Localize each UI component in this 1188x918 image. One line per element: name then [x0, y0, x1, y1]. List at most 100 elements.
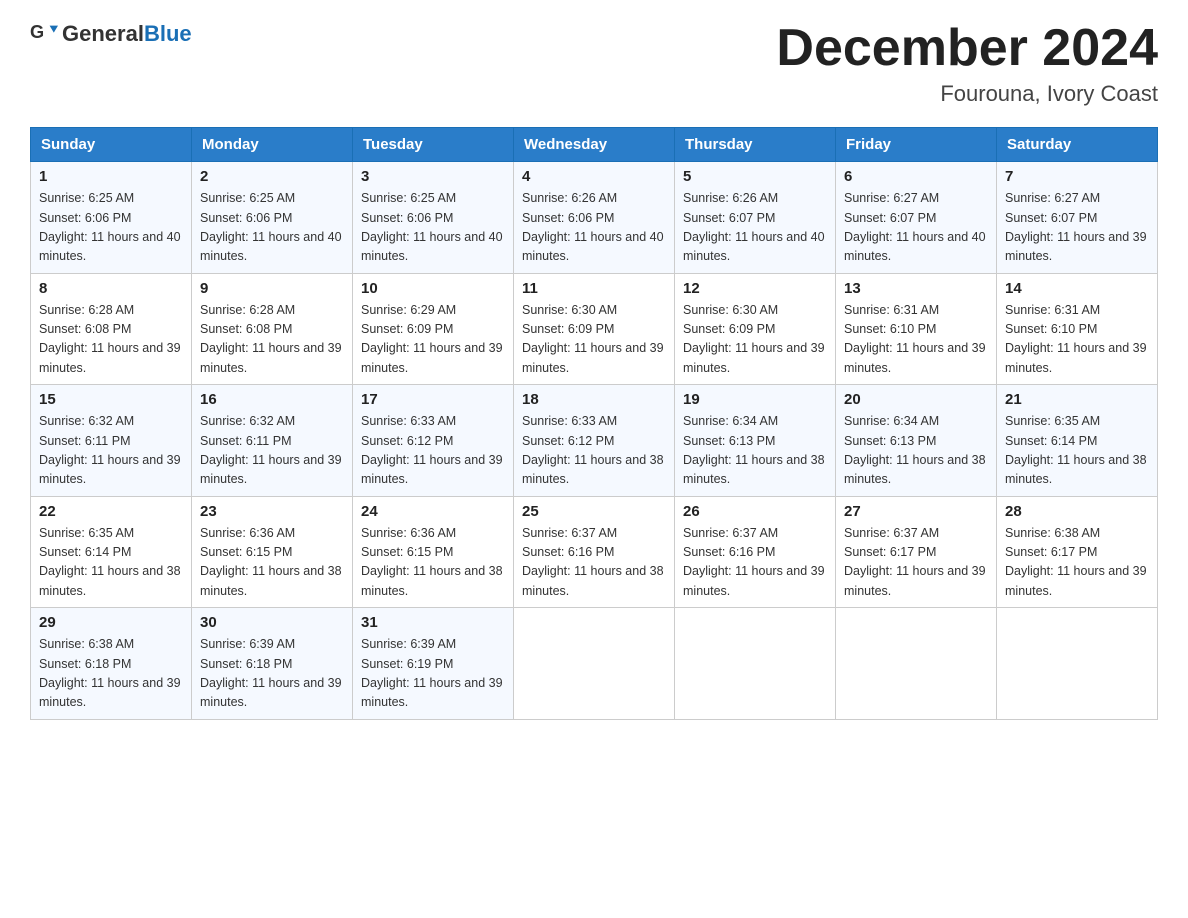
- day-info: Sunrise: 6:32 AMSunset: 6:11 PMDaylight:…: [200, 412, 344, 490]
- calendar-week-row: 22Sunrise: 6:35 AMSunset: 6:14 PMDayligh…: [31, 496, 1158, 608]
- col-sunday: Sunday: [31, 128, 192, 162]
- day-info: Sunrise: 6:33 AMSunset: 6:12 PMDaylight:…: [361, 412, 505, 490]
- day-info: Sunrise: 6:27 AMSunset: 6:07 PMDaylight:…: [844, 189, 988, 267]
- day-number: 13: [844, 280, 988, 297]
- day-number: 17: [361, 391, 505, 408]
- col-thursday: Thursday: [675, 128, 836, 162]
- day-info: Sunrise: 6:25 AMSunset: 6:06 PMDaylight:…: [200, 189, 344, 267]
- day-info: Sunrise: 6:35 AMSunset: 6:14 PMDaylight:…: [1005, 412, 1149, 490]
- day-number: 22: [39, 503, 183, 520]
- table-row: 15Sunrise: 6:32 AMSunset: 6:11 PMDayligh…: [31, 385, 192, 497]
- day-info: Sunrise: 6:28 AMSunset: 6:08 PMDaylight:…: [39, 301, 183, 379]
- day-number: 31: [361, 614, 505, 631]
- logo-general: General: [62, 21, 144, 46]
- logo: G GeneralBlue: [30, 20, 192, 48]
- day-info: Sunrise: 6:38 AMSunset: 6:17 PMDaylight:…: [1005, 524, 1149, 602]
- calendar-week-row: 15Sunrise: 6:32 AMSunset: 6:11 PMDayligh…: [31, 385, 1158, 497]
- col-friday: Friday: [836, 128, 997, 162]
- day-number: 4: [522, 168, 666, 185]
- day-info: Sunrise: 6:34 AMSunset: 6:13 PMDaylight:…: [683, 412, 827, 490]
- table-row: 21 Sunrise: 6:35 AMSunset: 6:14 PMDayligh…: [997, 385, 1158, 497]
- day-number: 29: [39, 614, 183, 631]
- table-row: 27 Sunrise: 6:37 AMSunset: 6:17 PMDayligh…: [836, 496, 997, 608]
- table-row: [675, 608, 836, 720]
- day-number: 24: [361, 503, 505, 520]
- day-number: 6: [844, 168, 988, 185]
- table-row: [836, 608, 997, 720]
- col-wednesday: Wednesday: [514, 128, 675, 162]
- col-saturday: Saturday: [997, 128, 1158, 162]
- day-number: 21: [1005, 391, 1149, 408]
- table-row: [997, 608, 1158, 720]
- day-number: 18: [522, 391, 666, 408]
- table-row: 30 Sunrise: 6:39 AMSunset: 6:18 PMDayligh…: [192, 608, 353, 720]
- table-row: 4Sunrise: 6:26 AMSunset: 6:06 PMDaylight…: [514, 162, 675, 274]
- table-row: [514, 608, 675, 720]
- table-row: 10 Sunrise: 6:29 AMSunset: 6:09 PMDayligh…: [353, 273, 514, 385]
- day-number: 19: [683, 391, 827, 408]
- day-number: 7: [1005, 168, 1149, 185]
- day-info: Sunrise: 6:37 AMSunset: 6:17 PMDaylight:…: [844, 524, 988, 602]
- table-row: 7 Sunrise: 6:27 AMSunset: 6:07 PMDaylight…: [997, 162, 1158, 274]
- day-number: 14: [1005, 280, 1149, 297]
- day-number: 1: [39, 168, 183, 185]
- day-info: Sunrise: 6:37 AMSunset: 6:16 PMDaylight:…: [522, 524, 666, 602]
- calendar-week-row: 8 Sunrise: 6:28 AMSunset: 6:08 PMDaylight…: [31, 273, 1158, 385]
- day-number: 16: [200, 391, 344, 408]
- day-info: Sunrise: 6:39 AMSunset: 6:18 PMDaylight:…: [200, 635, 344, 713]
- day-info: Sunrise: 6:29 AMSunset: 6:09 PMDaylight:…: [361, 301, 505, 379]
- table-row: 31 Sunrise: 6:39 AMSunset: 6:19 PMDayligh…: [353, 608, 514, 720]
- table-row: 12Sunrise: 6:30 AMSunset: 6:09 PMDayligh…: [675, 273, 836, 385]
- table-row: 19 Sunrise: 6:34 AMSunset: 6:13 PMDayligh…: [675, 385, 836, 497]
- calendar-table: Sunday Monday Tuesday Wednesday Thursday…: [30, 127, 1158, 720]
- table-row: 2 Sunrise: 6:25 AMSunset: 6:06 PMDaylight…: [192, 162, 353, 274]
- day-info: Sunrise: 6:31 AMSunset: 6:10 PMDaylight:…: [844, 301, 988, 379]
- day-info: Sunrise: 6:39 AMSunset: 6:19 PMDaylight:…: [361, 635, 505, 713]
- table-row: 17 Sunrise: 6:33 AMSunset: 6:12 PMDayligh…: [353, 385, 514, 497]
- day-info: Sunrise: 6:26 AMSunset: 6:07 PMDaylight:…: [683, 189, 827, 267]
- day-number: 9: [200, 280, 344, 297]
- day-number: 8: [39, 280, 183, 297]
- month-title: December 2024: [776, 20, 1158, 77]
- day-info: Sunrise: 6:25 AMSunset: 6:06 PMDaylight:…: [361, 189, 505, 267]
- day-info: Sunrise: 6:27 AMSunset: 6:07 PMDaylight:…: [1005, 189, 1149, 267]
- table-row: 29Sunrise: 6:38 AMSunset: 6:18 PMDayligh…: [31, 608, 192, 720]
- table-row: 11Sunrise: 6:30 AMSunset: 6:09 PMDayligh…: [514, 273, 675, 385]
- svg-text:G: G: [30, 22, 44, 42]
- day-info: Sunrise: 6:36 AMSunset: 6:15 PMDaylight:…: [200, 524, 344, 602]
- col-monday: Monday: [192, 128, 353, 162]
- day-number: 30: [200, 614, 344, 631]
- day-number: 11: [522, 280, 666, 297]
- table-row: 25 Sunrise: 6:37 AMSunset: 6:16 PMDayligh…: [514, 496, 675, 608]
- table-row: 26Sunrise: 6:37 AMSunset: 6:16 PMDayligh…: [675, 496, 836, 608]
- location-title: Fourouna, Ivory Coast: [776, 81, 1158, 107]
- table-row: 18 Sunrise: 6:33 AMSunset: 6:12 PMDayligh…: [514, 385, 675, 497]
- table-row: 16 Sunrise: 6:32 AMSunset: 6:11 PMDayligh…: [192, 385, 353, 497]
- table-row: 28Sunrise: 6:38 AMSunset: 6:17 PMDayligh…: [997, 496, 1158, 608]
- day-number: 27: [844, 503, 988, 520]
- day-info: Sunrise: 6:33 AMSunset: 6:12 PMDaylight:…: [522, 412, 666, 490]
- day-info: Sunrise: 6:32 AMSunset: 6:11 PMDaylight:…: [39, 412, 183, 490]
- table-row: 1 Sunrise: 6:25 AMSunset: 6:06 PMDaylight…: [31, 162, 192, 274]
- day-info: Sunrise: 6:25 AMSunset: 6:06 PMDaylight:…: [39, 189, 183, 267]
- day-number: 5: [683, 168, 827, 185]
- day-number: 25: [522, 503, 666, 520]
- table-row: 14 Sunrise: 6:31 AMSunset: 6:10 PMDayligh…: [997, 273, 1158, 385]
- day-number: 3: [361, 168, 505, 185]
- day-number: 10: [361, 280, 505, 297]
- table-row: 6 Sunrise: 6:27 AMSunset: 6:07 PMDaylight…: [836, 162, 997, 274]
- logo-icon: G: [30, 20, 58, 48]
- col-tuesday: Tuesday: [353, 128, 514, 162]
- day-number: 2: [200, 168, 344, 185]
- table-row: 5 Sunrise: 6:26 AMSunset: 6:07 PMDaylight…: [675, 162, 836, 274]
- day-info: Sunrise: 6:37 AMSunset: 6:16 PMDaylight:…: [683, 524, 827, 602]
- day-info: Sunrise: 6:36 AMSunset: 6:15 PMDaylight:…: [361, 524, 505, 602]
- day-info: Sunrise: 6:34 AMSunset: 6:13 PMDaylight:…: [844, 412, 988, 490]
- day-info: Sunrise: 6:31 AMSunset: 6:10 PMDaylight:…: [1005, 301, 1149, 379]
- day-number: 12: [683, 280, 827, 297]
- logo-blue: Blue: [144, 21, 192, 46]
- table-row: 23Sunrise: 6:36 AMSunset: 6:15 PMDayligh…: [192, 496, 353, 608]
- title-block: December 2024 Fourouna, Ivory Coast: [776, 20, 1158, 107]
- table-row: 3 Sunrise: 6:25 AMSunset: 6:06 PMDaylight…: [353, 162, 514, 274]
- table-row: 8 Sunrise: 6:28 AMSunset: 6:08 PMDaylight…: [31, 273, 192, 385]
